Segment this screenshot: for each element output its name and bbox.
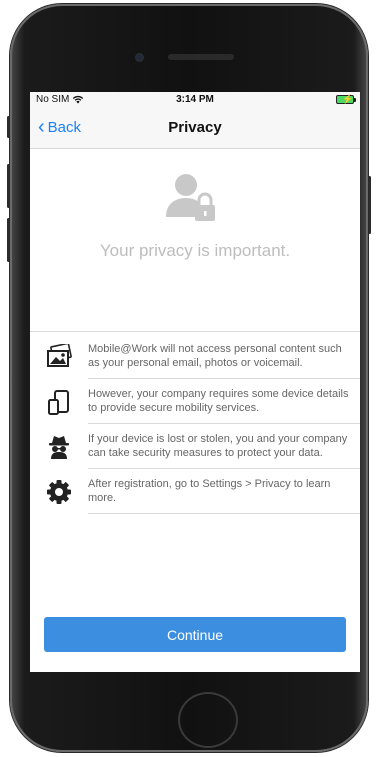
list-item-text: Mobile@Work will not access personal con…	[88, 332, 360, 379]
battery-icon: ⚡	[336, 94, 356, 104]
list-item-text: If your device is lost or stolen, you an…	[88, 424, 360, 469]
continue-container: Continue	[30, 617, 360, 652]
privacy-headline: Your privacy is important.	[99, 241, 291, 260]
list-item: However, your company requires some devi…	[30, 379, 360, 424]
user-lock-icon	[166, 174, 215, 221]
list-item: Mobile@Work will not access personal con…	[30, 332, 360, 379]
list-item: If your device is lost or stolen, you an…	[30, 424, 360, 469]
status-time: 3:14 PM	[176, 94, 214, 105]
front-camera	[136, 54, 143, 61]
photo-icon	[47, 343, 72, 367]
mute-switch	[7, 116, 10, 138]
screen: No SIM 3:14 PM ⚡ ‹ Back Privacy Your pri…	[30, 92, 360, 672]
privacy-info-list: Mobile@Work will not access personal con…	[30, 332, 360, 514]
earpiece-speaker	[168, 54, 234, 60]
home-button[interactable]	[178, 692, 238, 748]
list-item-text: After registration, go to Settings > Pri…	[88, 469, 360, 514]
volume-up-button	[7, 164, 10, 208]
navigation-bar: ‹ Back Privacy	[30, 108, 360, 149]
devices-icon	[48, 389, 69, 415]
list-item: After registration, go to Settings > Pri…	[30, 469, 360, 514]
page-title: Privacy	[168, 119, 222, 136]
privacy-hero: Your privacy is important.	[30, 149, 360, 332]
power-button	[368, 176, 371, 234]
spy-icon	[49, 435, 69, 459]
volume-down-button	[7, 218, 10, 262]
list-item-text: However, your company requires some devi…	[88, 379, 360, 424]
gear-icon	[47, 479, 71, 504]
continue-button[interactable]: Continue	[44, 617, 346, 652]
status-bar: No SIM 3:14 PM ⚡	[30, 92, 360, 108]
